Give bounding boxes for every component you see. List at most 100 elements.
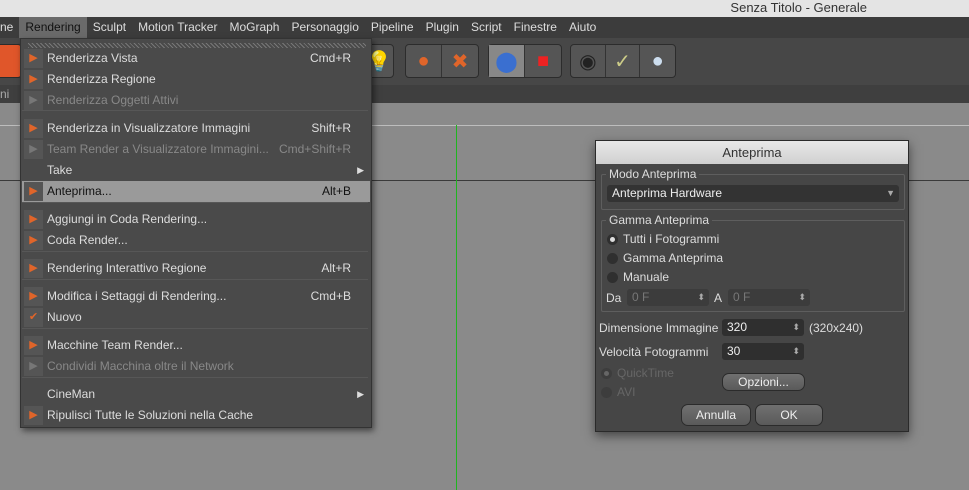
window-title: Senza Titolo - Generale bbox=[730, 0, 867, 15]
menu-item-rendering-interattivo-regione[interactable]: ▶ Rendering Interattivo Regione Alt+R bbox=[22, 258, 370, 279]
menu-sculpt[interactable]: Sculpt bbox=[87, 17, 132, 38]
team-render-machines-icon: ▶ bbox=[24, 336, 43, 355]
menu-item-condividi-macchina-oltre-il-network[interactable]: ▶ Condividi Macchina oltre il Network bbox=[22, 356, 370, 377]
menu-item-ripulisci-tutte-le-soluzioni-nella-cache[interactable]: ▶ Ripulisci Tutte le Soluzioni nella Cach… bbox=[22, 405, 370, 426]
radio-dot bbox=[607, 233, 618, 245]
y-axis-line bbox=[456, 125, 457, 490]
radio-avi[interactable]: AVI bbox=[601, 384, 635, 400]
spheres-drop-icon[interactable]: ⬤ bbox=[489, 45, 525, 77]
menu-item-modifica-i-settaggi-di-rendering[interactable]: ▶ Modifica i Settaggi di Rendering... Cmd+… bbox=[22, 286, 370, 307]
menu-pipeline[interactable]: Pipeline bbox=[365, 17, 420, 38]
menu-item-team-render-a-visualizzatore-immagini[interactable]: ▶ Team Render a Visualizzatore Immagini..… bbox=[22, 139, 370, 160]
preview-icon: ▶ bbox=[24, 182, 43, 201]
camera-target-icon[interactable]: ● bbox=[406, 45, 442, 77]
radio-label: AVI bbox=[617, 385, 636, 399]
menu-separator bbox=[22, 251, 368, 252]
menu-item-label: Anteprima... bbox=[47, 184, 112, 198]
sky-sphere-icon[interactable]: ● bbox=[640, 45, 675, 77]
menu-item-macchine-team-render[interactable]: ▶ Macchine Team Render... bbox=[22, 335, 370, 356]
submenu-arrow-icon: ▶ bbox=[357, 165, 364, 175]
fps-value: 30 bbox=[727, 344, 741, 358]
radio-dot bbox=[607, 271, 618, 283]
menu-item-cineman[interactable]: CineMan ▶ bbox=[22, 384, 370, 405]
menu-motion-tracker[interactable]: Motion Tracker bbox=[132, 17, 223, 38]
menu-item-renderizza-oggetti-attivi[interactable]: ▶ Renderizza Oggetti Attivi bbox=[22, 90, 370, 111]
from-field[interactable]: 0 F ⬍ bbox=[627, 289, 709, 306]
menu-rendering[interactable]: Rendering bbox=[19, 17, 87, 38]
range-group: Gamma Anteprima Tutti i Fotogrammi Gamma… bbox=[601, 213, 905, 312]
radio-label: Gamma Anteprima bbox=[623, 251, 724, 265]
menu-item-label: Take bbox=[47, 163, 73, 177]
radio-quicktime[interactable]: QuickTime bbox=[601, 365, 674, 381]
menu-item-label: Team Render a Visualizzatore Immagini... bbox=[47, 142, 269, 156]
menu-item-shortcut: Cmd+B bbox=[310, 289, 351, 303]
menu-separator bbox=[22, 377, 368, 378]
render-view-tool-icon[interactable] bbox=[0, 44, 22, 78]
radio-all-frames[interactable]: Tutti i Fotogrammi bbox=[607, 231, 719, 247]
menu-finestre[interactable]: Finestre bbox=[508, 17, 563, 38]
tab-partial[interactable]: ni bbox=[0, 87, 9, 101]
range-group-label: Gamma Anteprima bbox=[606, 213, 713, 227]
stepper-icon: ⬍ bbox=[792, 322, 800, 332]
menu-item-shortcut: Alt+B bbox=[321, 184, 351, 198]
to-field[interactable]: 0 F ⬍ bbox=[728, 289, 810, 306]
menu-script[interactable]: Script bbox=[465, 17, 508, 38]
options-button[interactable]: Opzioni... bbox=[722, 373, 805, 391]
from-value: 0 F bbox=[632, 290, 650, 304]
menu-item-renderizza-in-visualizzatore-immagini[interactable]: ▶ Renderizza in Visualizzatore Immagini Sh… bbox=[22, 118, 370, 139]
menu-item-label: Condividi Macchina oltre il Network bbox=[47, 359, 234, 373]
radio-manual[interactable]: Manuale bbox=[607, 269, 669, 285]
mode-group: Modo Anteprima Anteprima Hardware ▼ bbox=[601, 167, 905, 210]
team-render-icon: ▶ bbox=[24, 140, 43, 159]
radio-dot bbox=[601, 386, 612, 398]
to-value: 0 F bbox=[733, 290, 751, 304]
mode-value: Anteprima Hardware bbox=[612, 186, 723, 200]
menu-personaggio[interactable]: Personaggio bbox=[285, 17, 364, 38]
size-field[interactable]: 320 ⬍ bbox=[722, 319, 804, 336]
tool-group-objects: ⬤ ■ bbox=[488, 44, 562, 78]
validate-icon[interactable]: ✓ bbox=[606, 45, 641, 77]
size-info: (320x240) bbox=[809, 321, 864, 335]
radio-label: QuickTime bbox=[617, 366, 674, 380]
menu-bar: ne Rendering Sculpt Motion Tracker MoGra… bbox=[0, 17, 969, 38]
menu-item-anteprima[interactable]: ▶ Anteprima... Alt+B bbox=[22, 181, 370, 202]
size-value: 320 bbox=[727, 320, 748, 334]
menu-separator bbox=[22, 328, 368, 329]
menu-item-coda-render[interactable]: ▶ Coda Render... bbox=[22, 230, 370, 251]
radio-label: Manuale bbox=[623, 270, 670, 284]
menu-mograph[interactable]: MoGraph bbox=[223, 17, 285, 38]
menu-item-label: Renderizza Vista bbox=[47, 51, 138, 65]
to-label: A bbox=[714, 291, 723, 305]
dialog-title: Anteprima bbox=[596, 141, 908, 164]
flush-cache-icon: ▶ bbox=[24, 406, 43, 425]
menu-aiuto[interactable]: Aiuto bbox=[563, 17, 602, 38]
null-object-icon[interactable]: ✖ bbox=[442, 45, 478, 77]
menu-item-label: Macchine Team Render... bbox=[47, 338, 183, 352]
menu-item-aggiungi-in-coda-rendering[interactable]: ▶ Aggiungi in Coda Rendering... bbox=[22, 209, 370, 230]
menu-item-label: CineMan bbox=[47, 387, 96, 401]
rendering-menu: ▶ Renderizza Vista Cmd+R ▶ Renderizza Region… bbox=[20, 38, 372, 428]
menu-item-label: Renderizza in Visualizzatore Immagini bbox=[47, 121, 251, 135]
ok-button[interactable]: OK bbox=[755, 404, 823, 426]
preview-dialog: Anteprima Modo Anteprima Anteprima Hardw… bbox=[595, 140, 909, 432]
share-machine-icon: ▶ bbox=[24, 357, 43, 376]
menu-item-renderizza-regione[interactable]: ▶ Renderizza Regione bbox=[22, 69, 370, 90]
tool-group-render: ◉ ✓ ● bbox=[570, 44, 676, 78]
stepper-icon: ⬍ bbox=[697, 292, 705, 302]
menu-item-take[interactable]: Take ▶ bbox=[22, 160, 370, 181]
mode-group-label: Modo Anteprima bbox=[606, 167, 700, 181]
cancel-button[interactable]: Annulla bbox=[681, 404, 751, 426]
menu-item-label: Coda Render... bbox=[47, 233, 128, 247]
menu-item-shortcut: Cmd+R bbox=[309, 51, 351, 65]
mode-dropdown[interactable]: Anteprima Hardware ▼ bbox=[607, 185, 899, 202]
add-render-queue-icon: ▶ bbox=[24, 210, 43, 229]
menu-item-renderizza-vista[interactable]: ▶ Renderizza Vista Cmd+R bbox=[22, 48, 370, 69]
menu-plugin[interactable]: Plugin bbox=[420, 17, 465, 38]
fps-field[interactable]: 30 ⬍ bbox=[722, 343, 804, 360]
cube-icon[interactable]: ■ bbox=[525, 45, 561, 77]
menu-item-partial[interactable]: ne bbox=[0, 17, 19, 38]
radio-preview-range[interactable]: Gamma Anteprima bbox=[607, 250, 723, 266]
camera-lens-icon[interactable]: ◉ bbox=[571, 45, 606, 77]
checkmark-icon: ✔ bbox=[24, 308, 43, 327]
menu-item-nuovo[interactable]: ✔ Nuovo bbox=[22, 307, 370, 328]
